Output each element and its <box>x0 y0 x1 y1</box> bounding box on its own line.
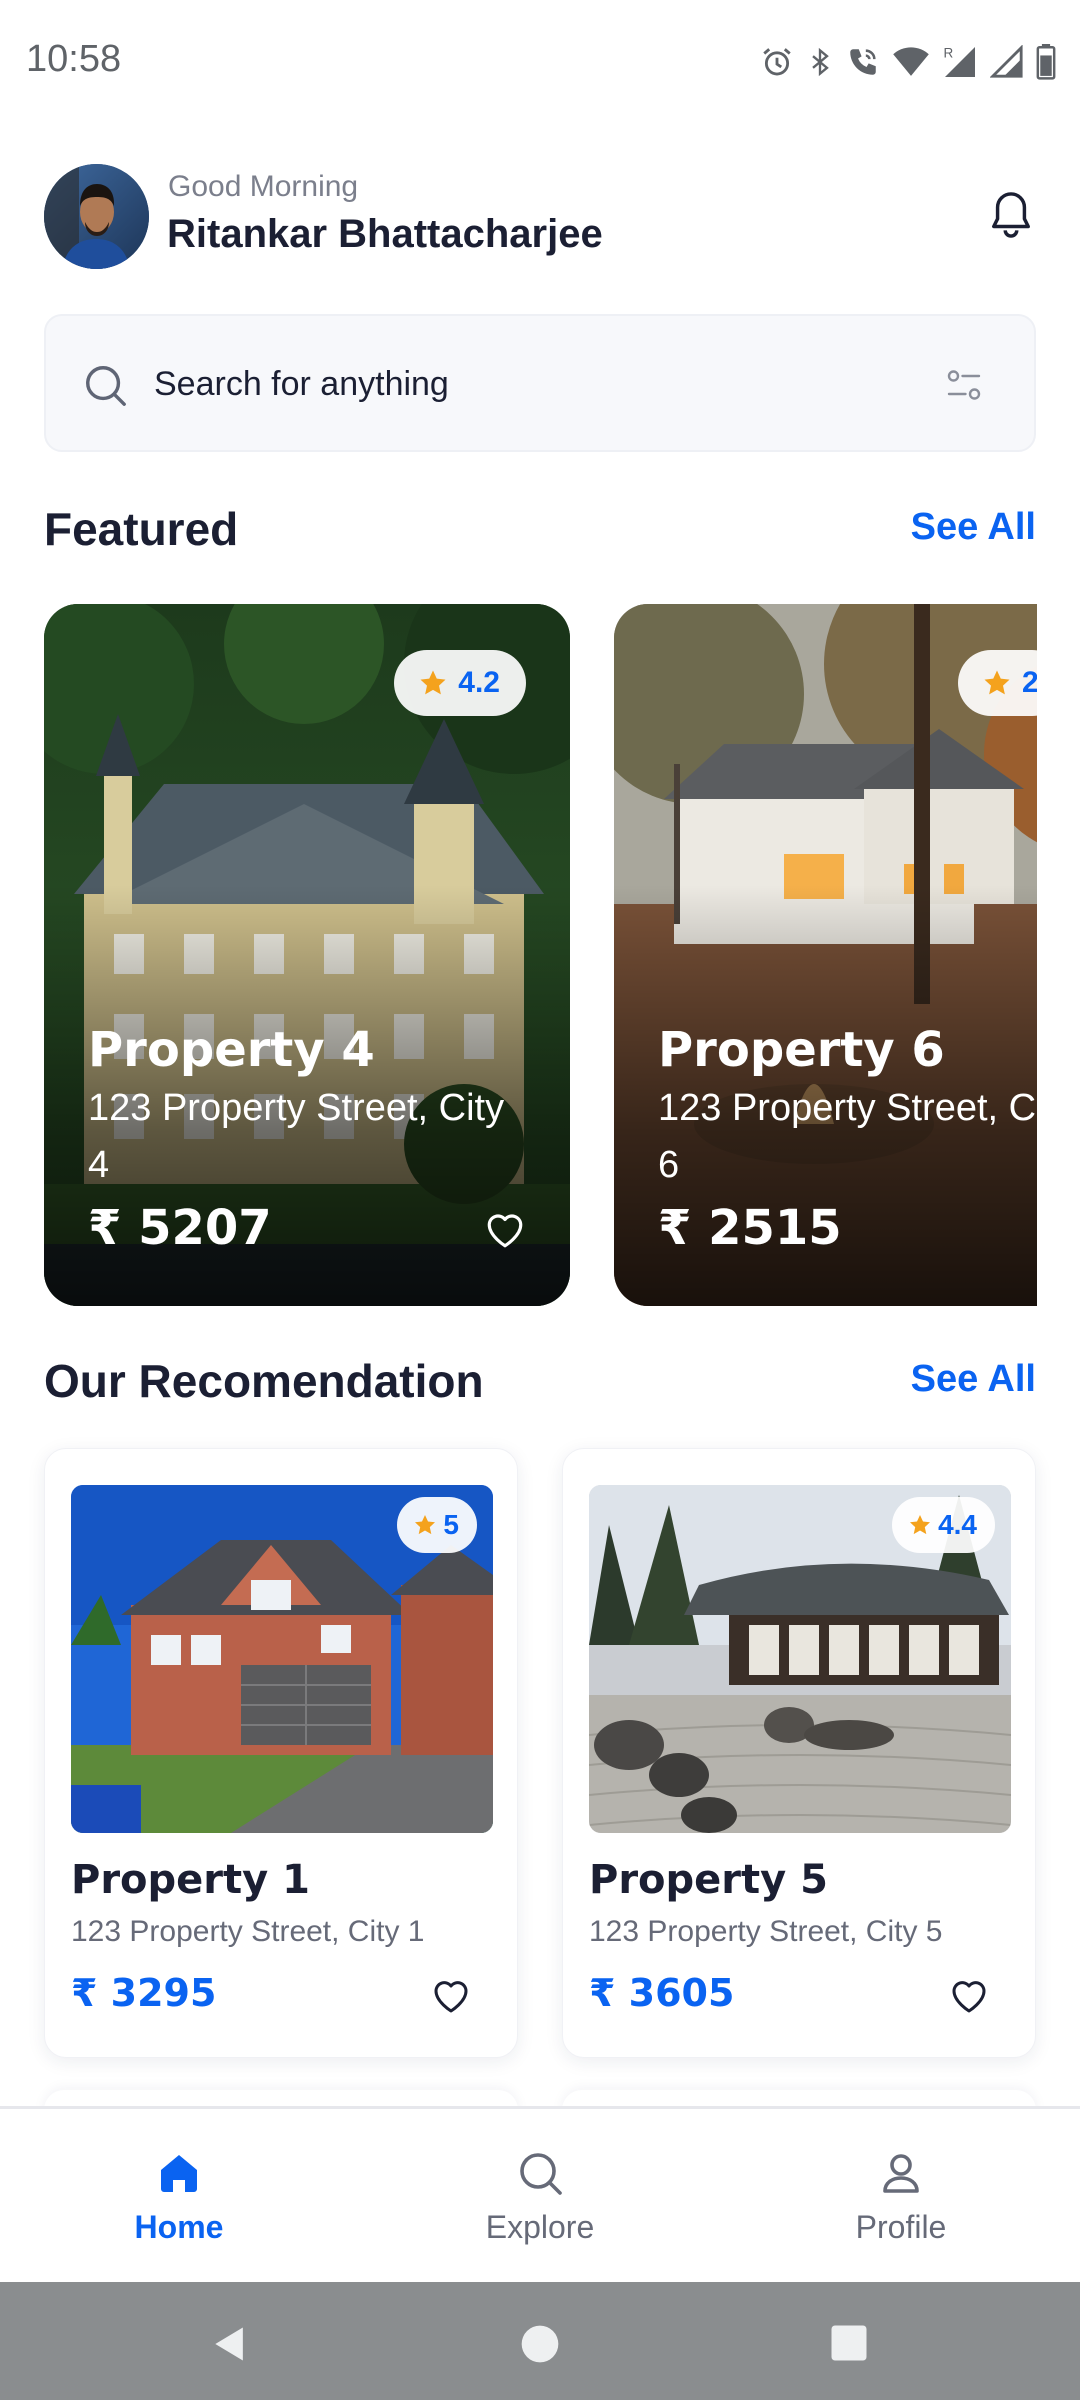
recommendation-title: Our Recomendation <box>44 1355 484 1407</box>
search-input[interactable] <box>154 356 854 412</box>
property-price: ₹ 3605 <box>589 1971 735 2015</box>
rating-badge: 2 <box>958 650 1037 716</box>
property-address: 123 Property Street, City 1 <box>71 1915 425 1948</box>
star-icon <box>984 670 1010 695</box>
bluetooth-icon <box>812 47 829 77</box>
property-address: 123 Property Street, City 5 <box>589 1915 943 1948</box>
recommendation-card[interactable]: 4.4 Property 5 123 Property Street, City… <box>562 1448 1036 2058</box>
property-title: Property 1 <box>71 1857 310 1903</box>
property-address: 123 Property Street, City 4 <box>88 1087 505 1186</box>
bell-icon <box>992 192 1030 238</box>
signal-roaming-icon: R <box>944 46 975 77</box>
recents-icon[interactable] <box>828 2322 870 2364</box>
rating-badge: 4.2 <box>394 650 526 716</box>
rating-value: 2 <box>1022 666 1037 699</box>
status-time: 10:58 <box>26 38 122 80</box>
heart-icon[interactable] <box>431 1977 471 2015</box>
greeting-text: Good Morning <box>168 170 359 203</box>
status-bar: 10:58 R <box>0 0 1080 124</box>
rating-badge: 4.4 <box>892 1497 995 1553</box>
signal-icon <box>990 45 1023 78</box>
star-icon <box>420 670 446 695</box>
search-icon <box>520 2153 562 2195</box>
recommendation-see-all-link[interactable]: See All <box>911 1358 1036 1401</box>
property-price: ₹ 2515 <box>658 1200 842 1256</box>
home-icon <box>161 2155 197 2192</box>
bottom-nav: Home Explore Profile <box>0 2106 1080 2282</box>
property-title: Property 5 <box>589 1857 828 1903</box>
featured-title: Featured <box>44 503 239 555</box>
nav-item-explore[interactable]: Explore <box>440 2149 640 2259</box>
rating-badge: 5 <box>397 1497 477 1553</box>
nav-label: Explore <box>485 2209 595 2245</box>
wifi-call-icon <box>850 49 876 75</box>
property-title: Property 4 <box>88 1022 375 1078</box>
search-bar[interactable] <box>44 314 1036 452</box>
recommendation-card[interactable]: 5 Property 1 123 Property Street, City 1… <box>44 1448 518 2058</box>
status-icons: R <box>760 42 1056 82</box>
filter-icon[interactable] <box>946 368 982 402</box>
featured-see-all-link[interactable]: See All <box>911 506 1036 549</box>
property-image-frame: 5 <box>71 1485 493 1833</box>
home-button-icon[interactable] <box>518 2322 562 2366</box>
avatar-image <box>44 164 149 269</box>
property-price: ₹ 3295 <box>71 1971 217 2015</box>
battery-icon <box>1036 44 1056 80</box>
wifi-icon <box>893 47 929 76</box>
system-nav-bar <box>0 2282 1080 2400</box>
property-address: 123 Property Street, City 6 <box>658 1087 1037 1186</box>
notification-button[interactable] <box>982 186 1040 244</box>
featured-card[interactable]: 4.2 Property 4 123 Property Street, City… <box>44 604 570 1306</box>
search-icon <box>86 366 126 406</box>
nav-item-profile[interactable]: Profile <box>801 2149 1001 2259</box>
property-title: Property 6 <box>658 1022 945 1078</box>
nav-label: Profile <box>855 2209 947 2245</box>
avatar[interactable] <box>44 164 149 269</box>
star-icon <box>415 1515 436 1535</box>
nav-item-home[interactable]: Home <box>79 2149 279 2259</box>
featured-card[interactable]: 2 Property 6 123 Property Street, City 6… <box>614 604 1037 1306</box>
star-icon <box>910 1515 931 1535</box>
svg-text:R: R <box>944 46 954 61</box>
heart-icon[interactable] <box>949 1977 989 2015</box>
property-price: ₹ 5207 <box>88 1200 272 1256</box>
rating-value: 4.2 <box>458 666 500 699</box>
property-image-frame: 4.4 <box>589 1485 1011 1833</box>
rating-value: 5 <box>443 1509 459 1540</box>
rating-value: 4.4 <box>938 1509 977 1540</box>
heart-icon[interactable] <box>484 1210 526 1250</box>
nav-label: Home <box>134 2209 224 2245</box>
featured-carousel[interactable]: 4.2 Property 4 123 Property Street, City… <box>44 604 1037 1306</box>
user-name: Ritankar Bhattacharjee <box>167 212 603 256</box>
user-icon <box>883 2154 919 2193</box>
alarm-icon <box>763 48 791 76</box>
back-icon[interactable] <box>208 2322 252 2366</box>
